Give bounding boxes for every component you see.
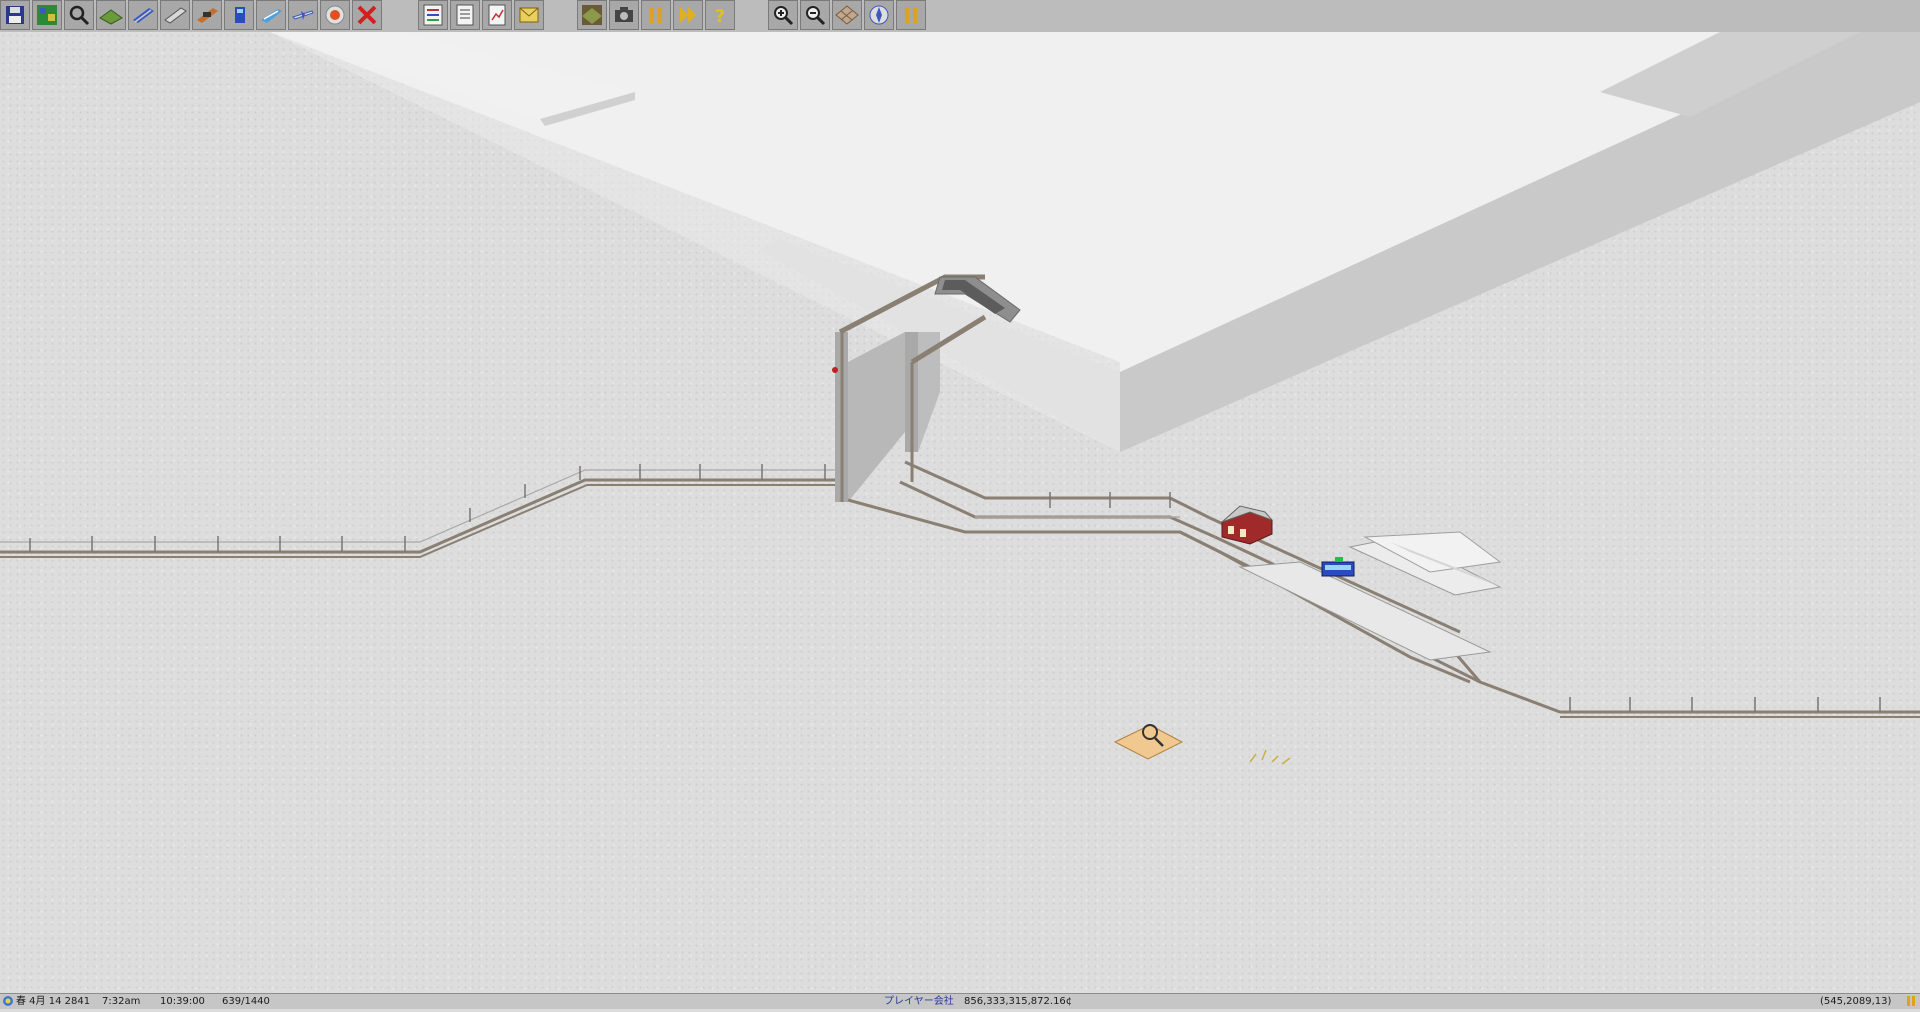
network-status-icon — [1906, 995, 1916, 1007]
chart-doc-icon — [488, 4, 506, 26]
remove-tool-button[interactable] — [352, 0, 382, 30]
fast-forward-icon — [680, 7, 696, 23]
rotate-view-button[interactable] — [864, 0, 894, 30]
date-text: 春 4月 14 2841 — [16, 996, 91, 1007]
company-name: プレイヤー会社 — [884, 996, 954, 1007]
minimap-button[interactable] — [32, 0, 62, 30]
grid-toggle-button[interactable] — [832, 0, 862, 30]
screenshot-button[interactable] — [609, 0, 639, 30]
pause-icon — [905, 7, 917, 23]
main-toolbar: ? — [0, 0, 1920, 33]
road-icon — [235, 7, 245, 23]
zoom-out-icon — [806, 6, 826, 26]
money-text: 856,333,315,872.16¢ — [964, 996, 1073, 1007]
time-text: 7:32am — [102, 996, 141, 1007]
ship-tools-button[interactable] — [256, 0, 286, 30]
svg-text:?: ? — [715, 6, 725, 27]
status-bar: 春 4月 14 2841 7:32am 10:39:00 639/1440 プレ… — [0, 993, 1920, 1009]
cursor-coords: (545,2089,13) — [1820, 996, 1892, 1007]
compass-icon — [869, 5, 889, 25]
terrain-tools-button[interactable] — [96, 0, 126, 30]
target-icon — [325, 5, 345, 25]
grass-tuft — [1249, 749, 1291, 765]
line-list-icon — [423, 4, 443, 26]
tram-icon — [197, 8, 218, 23]
camera-icon — [615, 7, 633, 22]
map-viewport[interactable] — [0, 32, 1920, 993]
airplane-icon — [292, 10, 314, 20]
speed-ratio-text: 639/1440 — [222, 996, 270, 1007]
map-scene — [0, 32, 1920, 765]
messages-button[interactable] — [514, 0, 544, 30]
grid-icon — [835, 5, 859, 25]
monorail-icon — [164, 7, 187, 24]
station-tracks[interactable] — [847, 460, 1920, 718]
road-tools-button[interactable] — [224, 0, 254, 30]
list-button[interactable] — [450, 0, 480, 30]
red-x-icon — [357, 5, 377, 25]
zoom-in-icon — [774, 6, 794, 26]
season-icon — [2, 995, 14, 1007]
special-tools-button[interactable] — [320, 0, 350, 30]
bus-vehicle[interactable] — [1321, 557, 1355, 577]
air-tools-button[interactable] — [288, 0, 318, 30]
save-button[interactable] — [0, 0, 30, 30]
screenshot-settings-button[interactable] — [577, 0, 607, 30]
help-button[interactable]: ? — [705, 0, 735, 30]
rail-tools-button[interactable] — [128, 0, 158, 30]
line-management-button[interactable] — [418, 0, 448, 30]
pause-icon — [650, 7, 662, 23]
terrain-icon — [99, 9, 123, 25]
zoom-in-button[interactable] — [768, 0, 798, 30]
station-building[interactable] — [1221, 505, 1273, 545]
rail-icon — [133, 8, 154, 23]
map-icon — [37, 5, 57, 25]
finance-button[interactable] — [482, 0, 512, 30]
monorail-tools-button[interactable] — [160, 0, 190, 30]
question-icon: ? — [715, 6, 725, 27]
fast-forward-button[interactable] — [673, 0, 703, 30]
disk-icon — [6, 6, 24, 24]
pause-view-button[interactable] — [896, 0, 926, 30]
query-tool-button[interactable] — [64, 0, 94, 30]
magnifier-icon — [69, 5, 90, 26]
query-cursor[interactable] — [1113, 724, 1184, 760]
signal-light — [832, 367, 838, 373]
rail-track-west[interactable] — [0, 469, 840, 558]
terrain-tile-icon — [582, 5, 602, 25]
station-platforms[interactable] — [1238, 531, 1502, 661]
mail-icon — [519, 7, 539, 23]
zoom-out-button[interactable] — [800, 0, 830, 30]
tram-tools-button[interactable] — [192, 0, 222, 30]
clock-text: 10:39:00 — [160, 996, 205, 1007]
ship-icon — [261, 9, 282, 23]
pause-button[interactable] — [641, 0, 671, 30]
document-icon — [456, 4, 474, 26]
